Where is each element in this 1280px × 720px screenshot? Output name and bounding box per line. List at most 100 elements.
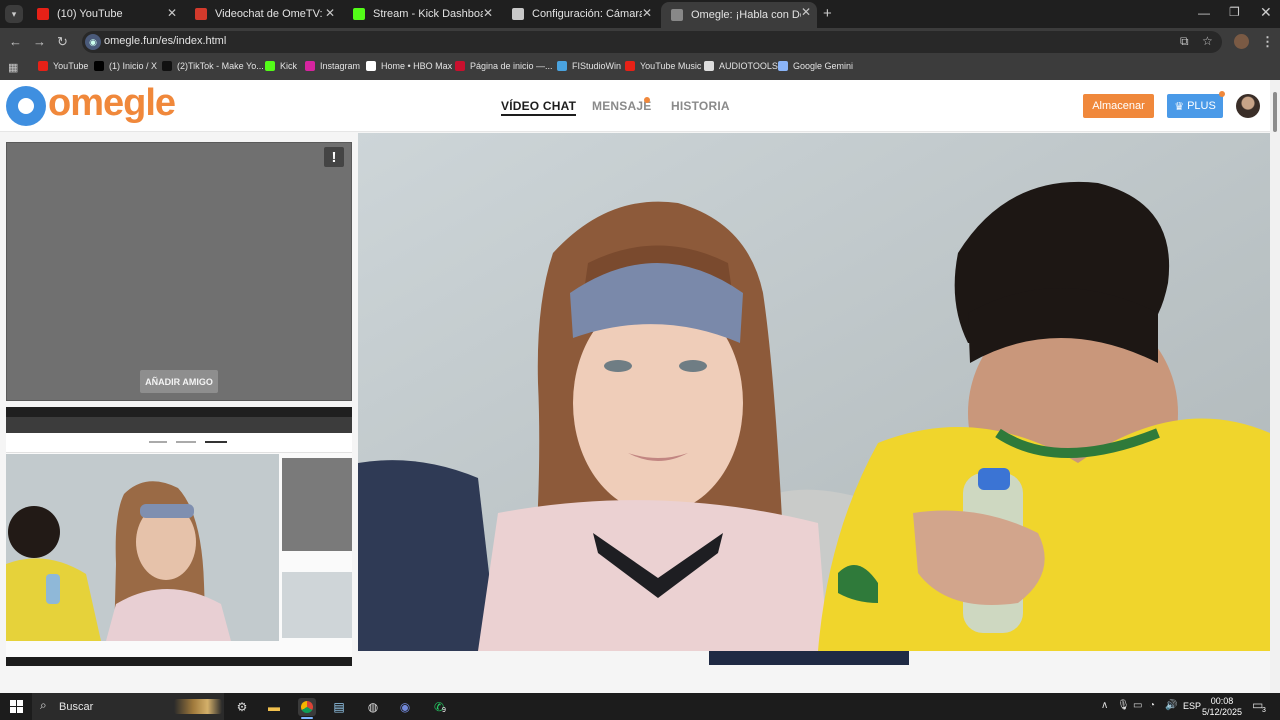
tab-youtube[interactable]: (10) YouTube ✕ [27, 3, 183, 25]
file-explorer-icon[interactable]: ▬ [265, 698, 283, 716]
install-app-icon[interactable]: ⧉ [1180, 34, 1189, 49]
preview-self-camera [282, 458, 352, 551]
nav-message[interactable]: MENSAJE [592, 99, 651, 113]
taskbar-search[interactable]: ⌕ Buscar [32, 693, 224, 720]
forward-arrow-icon[interactable]: → [33, 34, 46, 49]
bookmark-item[interactable]: (2)TikTok - Make Yo... [162, 61, 264, 71]
bookmark-favicon-icon [38, 61, 48, 71]
tab-gear[interactable]: Configuración: Cámara ✕ [502, 3, 658, 25]
tab-title: (10) YouTube [57, 8, 123, 20]
crown-icon: ♛ [1174, 100, 1185, 113]
reload-icon[interactable]: ↻ [57, 34, 68, 50]
bookmark-label: AUDIOTOOLS [719, 61, 778, 71]
bookmark-favicon-icon [162, 61, 172, 71]
ad-banner[interactable] [709, 651, 909, 665]
nav-video-chat[interactable]: VÍDEO CHAT [501, 99, 577, 116]
bookmark-favicon-icon [625, 61, 635, 71]
close-tab-icon[interactable]: ✕ [325, 6, 335, 20]
logo-icon [6, 86, 46, 126]
bookmark-item[interactable]: AUDIOTOOLS [704, 61, 778, 71]
store-button[interactable]: Almacenar [1083, 94, 1154, 118]
back-arrow-icon[interactable]: ← [9, 34, 22, 49]
address-url[interactable]: omegle.fun/es/index.html [104, 35, 226, 47]
bookmark-label: Home • HBO Max [381, 61, 453, 71]
preview-toolbar [6, 417, 352, 433]
youtube-icon [37, 8, 49, 20]
search-icon: ⌕ [40, 698, 47, 712]
message-notification-dot [644, 97, 650, 103]
bookmark-label: Google Gemini [793, 61, 854, 71]
volume-icon[interactable]: 🔊 [1165, 700, 1177, 711]
preview-video [6, 454, 279, 641]
clock-time: 00:08 [1210, 696, 1234, 706]
site-info-icon[interactable]: ◉ [85, 34, 101, 50]
preview-nested-screen [282, 572, 352, 638]
tab-omegle[interactable]: Omegle: ¡Habla con Descon✕ [661, 2, 817, 28]
close-tab-icon[interactable]: ✕ [801, 5, 811, 19]
battery-icon[interactable]: ▭ [1133, 700, 1142, 711]
bookmark-item[interactable]: Home • HBO Max [366, 61, 452, 71]
tab-kick[interactable]: Stream - Kick Dashboard✕ [343, 3, 499, 25]
report-button[interactable]: ! [324, 147, 344, 167]
omegle-icon [671, 9, 683, 21]
site-header: omegle VÍDEO CHAT MENSAJE HISTORIA Almac… [0, 80, 1270, 132]
obs-icon[interactable]: ◍ [364, 698, 382, 716]
notepad-icon[interactable]: ▤ [330, 698, 348, 716]
self-camera-panel [6, 142, 352, 401]
bookmark-favicon-icon [366, 61, 376, 71]
close-tab-icon[interactable]: ✕ [642, 6, 652, 20]
bookmark-favicon-icon [704, 61, 714, 71]
plus-button[interactable]: ♛ PLUS [1167, 94, 1223, 118]
preview-tab-strip [6, 407, 352, 417]
bookmark-item[interactable]: FIStudioWin [557, 61, 621, 71]
bookmark-favicon-icon [455, 61, 465, 71]
settings-gear-icon[interactable]: ⚙ [233, 698, 251, 716]
tab-title: Videochat de OmeTV: una alter [215, 8, 325, 20]
profile-avatar[interactable] [1234, 34, 1249, 49]
show-hidden-icons[interactable]: ∧ [1101, 700, 1108, 711]
kick-icon [353, 8, 365, 20]
preview-taskbar [6, 657, 352, 666]
tab-ometv[interactable]: Videochat de OmeTV: una alter✕ [185, 3, 341, 25]
bookmark-favicon-icon [557, 61, 567, 71]
microphone-icon[interactable]: 🎙 [1117, 700, 1130, 711]
nav-history[interactable]: HISTORIA [671, 99, 730, 113]
tab-title: Omegle: ¡Habla con Descon [691, 9, 801, 21]
ometv-icon [195, 8, 207, 20]
user-avatar[interactable] [1236, 94, 1260, 118]
tab-search-button[interactable]: ▾ [5, 5, 23, 23]
windows-start-icon[interactable] [10, 700, 23, 713]
bookmark-label: Kick [280, 61, 298, 71]
close-window-button[interactable]: ✕ [1260, 4, 1272, 21]
chrome-active-indicator [301, 717, 313, 719]
restore-window-button[interactable]: ❐ [1229, 5, 1240, 19]
bookmark-item[interactable]: YouTube Music [625, 61, 701, 71]
bookmark-item[interactable]: Página de inicio —... [455, 61, 553, 71]
chrome-icon[interactable] [298, 698, 316, 716]
browser-toolbar: ← → ↻ ◉ omegle.fun/es/index.html ⧉ ☆ ⋮ [0, 28, 1280, 56]
close-tab-icon[interactable]: ✕ [167, 6, 177, 20]
bookmark-item[interactable]: YouTube [38, 61, 88, 71]
language-indicator[interactable]: ESP [1183, 701, 1201, 711]
bookmark-star-icon[interactable]: ☆ [1202, 34, 1213, 48]
minimize-window-button[interactable]: — [1198, 6, 1210, 20]
bookmark-item[interactable]: Instagram [305, 61, 360, 71]
menu-kebab-icon[interactable]: ⋮ [1261, 34, 1274, 50]
address-bar[interactable]: ◉ omegle.fun/es/index.html ⧉ ☆ [82, 31, 1222, 53]
notification-count: 3 [1262, 707, 1266, 714]
close-tab-icon[interactable]: ✕ [483, 6, 493, 20]
plus-button-label: PLUS [1187, 100, 1216, 112]
page-scrollbar[interactable] [1270, 80, 1280, 693]
scroll-thumb[interactable] [1273, 92, 1277, 132]
bookmark-item[interactable]: Kick [265, 61, 297, 71]
bookmark-item[interactable]: (1) Inicio / X [94, 61, 157, 71]
clock-date: 5/12/2025 [1202, 707, 1243, 717]
logo-text: omegle [48, 82, 176, 124]
add-friend-button[interactable]: AÑADIR AMIGO [140, 370, 218, 393]
system-clock[interactable]: 00:08 5/12/2025 [1202, 696, 1242, 718]
bookmark-item[interactable]: Google Gemini [778, 61, 853, 71]
discord-icon[interactable]: ◉ [396, 698, 414, 716]
new-tab-button[interactable]: + [823, 5, 832, 22]
network-icon[interactable]: ◔ [1149, 700, 1155, 711]
apps-grid-icon[interactable]: ▦ [8, 61, 18, 74]
